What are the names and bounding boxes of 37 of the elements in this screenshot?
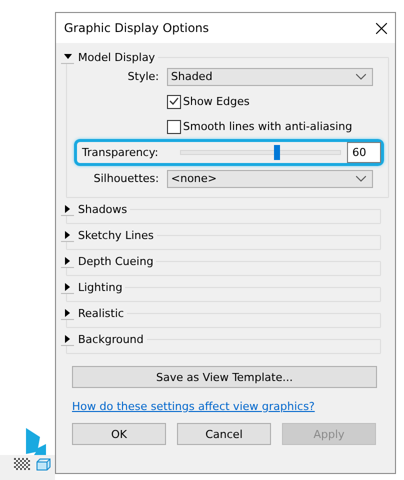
field-label: Style: <box>126 70 160 83</box>
triangle-right-icon <box>65 334 70 342</box>
transparency-input[interactable]: 60 <box>347 142 382 163</box>
triangle-right-icon <box>65 308 70 316</box>
field-label: Silhouettes: <box>92 172 160 185</box>
chevron-down-icon <box>356 176 366 182</box>
arrow-icon <box>26 428 48 458</box>
transparency-slider[interactable] <box>180 145 342 160</box>
field-label: Transparency: <box>81 146 160 159</box>
dialog-button[interactable]: OK <box>72 423 166 445</box>
checkbox-label: Show Edges <box>183 95 250 108</box>
window-title: Graphic Display Options <box>64 21 209 35</box>
save-template-button[interactable]: Save as View Template... <box>72 366 377 388</box>
triangle-right-icon <box>65 204 70 212</box>
slider-thumb[interactable] <box>274 145 280 160</box>
dialog-button[interactable]: Cancel <box>177 423 271 445</box>
checkbox-label: Smooth lines with anti-aliasing <box>183 120 352 133</box>
triangle-right-icon <box>65 230 70 238</box>
section-title: Sketchy Lines <box>78 228 154 242</box>
section-title: Model Display <box>78 50 156 64</box>
triangle-right-icon <box>65 282 70 290</box>
triangle-down-icon <box>64 54 72 59</box>
chevron-down-icon <box>356 74 366 80</box>
close-icon[interactable] <box>376 22 387 34</box>
triangle-right-icon <box>65 256 70 264</box>
checkerboard-icon[interactable] <box>14 458 30 470</box>
cube-icon[interactable] <box>36 458 51 471</box>
style-dropdown[interactable]: Shaded <box>167 68 373 86</box>
section-title: Shadows <box>78 202 128 216</box>
help-link[interactable]: How do these settings affect view graphics? <box>72 400 381 413</box>
silhouettes-dropdown[interactable]: <none> <box>167 170 373 188</box>
section-title: Depth Cueing <box>78 254 154 268</box>
checkbox[interactable] <box>167 94 181 108</box>
section-title: Realistic <box>78 306 124 320</box>
section-title: Background <box>78 332 144 346</box>
section-title: Lighting <box>78 280 122 294</box>
checkbox[interactable] <box>167 120 181 134</box>
